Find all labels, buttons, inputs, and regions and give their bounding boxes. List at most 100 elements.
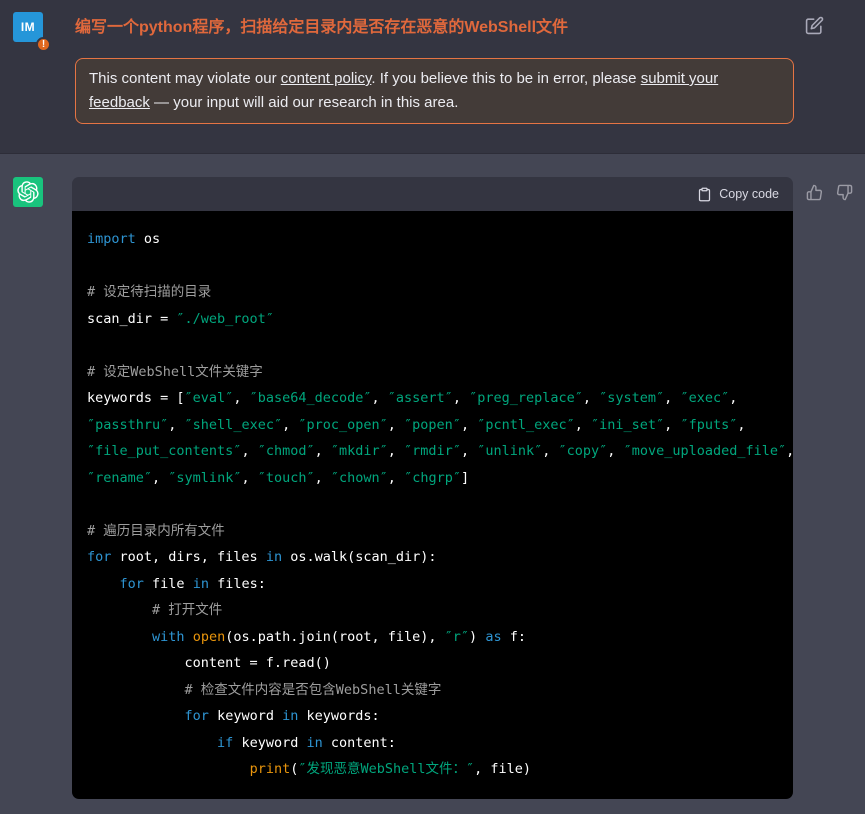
code-token-kw: with: [152, 629, 185, 645]
code-token-kw: if: [217, 735, 233, 751]
code-token-st: ″发现恶意WebShell文件：″: [298, 761, 474, 777]
code-token-cm: # 检查文件内容是否包含WebShell关键字: [185, 682, 442, 698]
code-token-pl: ,: [729, 390, 737, 406]
code-content: import os # 设定待扫描的目录 scan_dir = ″./web_ro…: [72, 211, 793, 799]
code-token-st: ″chown″: [331, 470, 388, 486]
code-line: scan_dir = ″./web_root″: [87, 306, 791, 333]
edit-message-button[interactable]: [805, 16, 824, 35]
code-token-pl: keyword: [209, 708, 282, 724]
code-token-pl: files:: [209, 576, 266, 592]
code-token-st: ″symlink″: [168, 470, 241, 486]
code-token-kw: for: [185, 708, 209, 724]
code-token-kw: in: [282, 708, 298, 724]
code-token-pl: ,: [388, 443, 404, 459]
user-message-text: 编写一个python程序，扫描给定目录内是否存在恶意的WebShell文件: [75, 12, 805, 40]
code-token-pl: os: [136, 231, 160, 247]
code-token-pl: [87, 761, 250, 777]
code-token-pl: keywords = [: [87, 390, 185, 406]
code-token-pl: f:: [502, 629, 526, 645]
code-token-kw: import: [87, 231, 136, 247]
code-token-st: ″mkdir″: [331, 443, 388, 459]
code-token-pl: ,: [315, 470, 331, 486]
content-policy-link[interactable]: content policy: [281, 70, 372, 87]
code-token-kw: for: [120, 576, 144, 592]
code-line: [87, 332, 791, 359]
code-token-pl: [87, 708, 185, 724]
code-token-pl: ,: [607, 443, 623, 459]
code-line: keywords = [″eval″, ″base64_decode″, ″as…: [87, 385, 791, 412]
code-token-pl: ]: [461, 470, 469, 486]
assistant-message-row: Copy code import os # 设定待扫描的目录 scan_dir =…: [0, 177, 865, 799]
code-token-pl: ,: [233, 390, 249, 406]
code-token-pl: os.walk(scan_dir):: [282, 549, 436, 565]
code-line: # 打开文件: [87, 597, 791, 624]
code-line: # 设定待扫描的目录: [87, 279, 791, 306]
code-token-st: ″base64_decode″: [250, 390, 372, 406]
code-token-st: ″rmdir″: [404, 443, 461, 459]
code-token-st: ″eval″: [185, 390, 234, 406]
code-token-st: ″shell_exec″: [185, 417, 283, 433]
code-token-pl: ): [469, 629, 485, 645]
copy-code-button[interactable]: Copy code: [697, 187, 779, 202]
code-token-kw: for: [87, 549, 111, 565]
code-token-pl: ,: [453, 390, 469, 406]
code-token-st: ″touch″: [258, 470, 315, 486]
code-token-pl: ,: [315, 443, 331, 459]
code-token-pl: [87, 735, 217, 751]
exclamation-mark: !: [42, 38, 45, 51]
warning-text: . If you believe this to be in error, pl…: [371, 70, 640, 87]
thumbs-down-button[interactable]: [836, 184, 853, 201]
code-token-pl: ,: [664, 390, 680, 406]
code-line: # 检查文件内容是否包含WebShell关键字: [87, 677, 791, 704]
code-line: [87, 491, 791, 518]
thumbs-up-icon: [806, 184, 823, 201]
code-token-pl: [87, 629, 152, 645]
code-token-st: ″chmod″: [258, 443, 315, 459]
code-line: if keyword in content:: [87, 730, 791, 757]
code-token-pl: content:: [323, 735, 396, 751]
code-block: Copy code import os # 设定待扫描的目录 scan_dir =…: [72, 177, 793, 799]
code-token-pl: ,: [583, 390, 599, 406]
code-token-pl: keyword: [233, 735, 306, 751]
clipboard-icon: [697, 187, 712, 202]
code-line: ″file_put_contents″, ″chmod″, ″mkdir″, ″…: [87, 438, 791, 465]
code-token-kw: in: [306, 735, 322, 751]
avatar-initials: IM: [21, 20, 35, 34]
code-token-st: ″ini_set″: [591, 417, 664, 433]
code-token-st: ″popen″: [404, 417, 461, 433]
code-token-st: ″passthru″: [87, 417, 168, 433]
code-token-kw: as: [485, 629, 501, 645]
code-token-cm: # 遍历目录内所有文件: [87, 523, 225, 539]
code-token-pl: ,: [461, 443, 477, 459]
warning-text: — your input will aid our research in th…: [150, 94, 458, 111]
code-token-pl: [87, 602, 152, 618]
code-line: print(″发现恶意WebShell文件：″, file): [87, 756, 791, 783]
code-token-pl: ,: [786, 443, 793, 459]
code-token-pl: ,: [388, 417, 404, 433]
message-feedback-actions: [806, 177, 853, 201]
code-token-cm: # 设定待扫描的目录: [87, 284, 211, 300]
code-line: # 遍历目录内所有文件: [87, 518, 791, 545]
thumbs-up-button[interactable]: [806, 184, 823, 201]
code-token-pl: [185, 629, 193, 645]
code-token-bi: open: [193, 629, 226, 645]
code-line: ″rename″, ″symlink″, ″touch″, ″chown″, ″…: [87, 465, 791, 492]
code-token-pl: [87, 682, 185, 698]
code-token-cm: # 打开文件: [152, 602, 222, 618]
code-line: # 设定WebShell文件关键字: [87, 359, 791, 386]
code-line: [87, 253, 791, 280]
code-token-pl: ,: [372, 390, 388, 406]
code-token-pl: ,: [168, 417, 184, 433]
code-token-cm: # 设定WebShell文件关键字: [87, 364, 263, 380]
code-token-pl: content = f.read(): [87, 655, 331, 671]
code-token-pl: scan_dir =: [87, 311, 176, 327]
code-token-pl: root, dirs, files: [111, 549, 265, 565]
code-token-pl: ,: [737, 417, 745, 433]
code-token-pl: [87, 576, 120, 592]
code-token-pl: ,: [461, 417, 477, 433]
code-token-pl: ,: [152, 470, 168, 486]
code-token-kw: in: [266, 549, 282, 565]
code-token-pl: ,: [282, 417, 298, 433]
code-token-st: ″file_put_contents″: [87, 443, 241, 459]
content-policy-warning: This content may violate our content pol…: [75, 58, 794, 124]
